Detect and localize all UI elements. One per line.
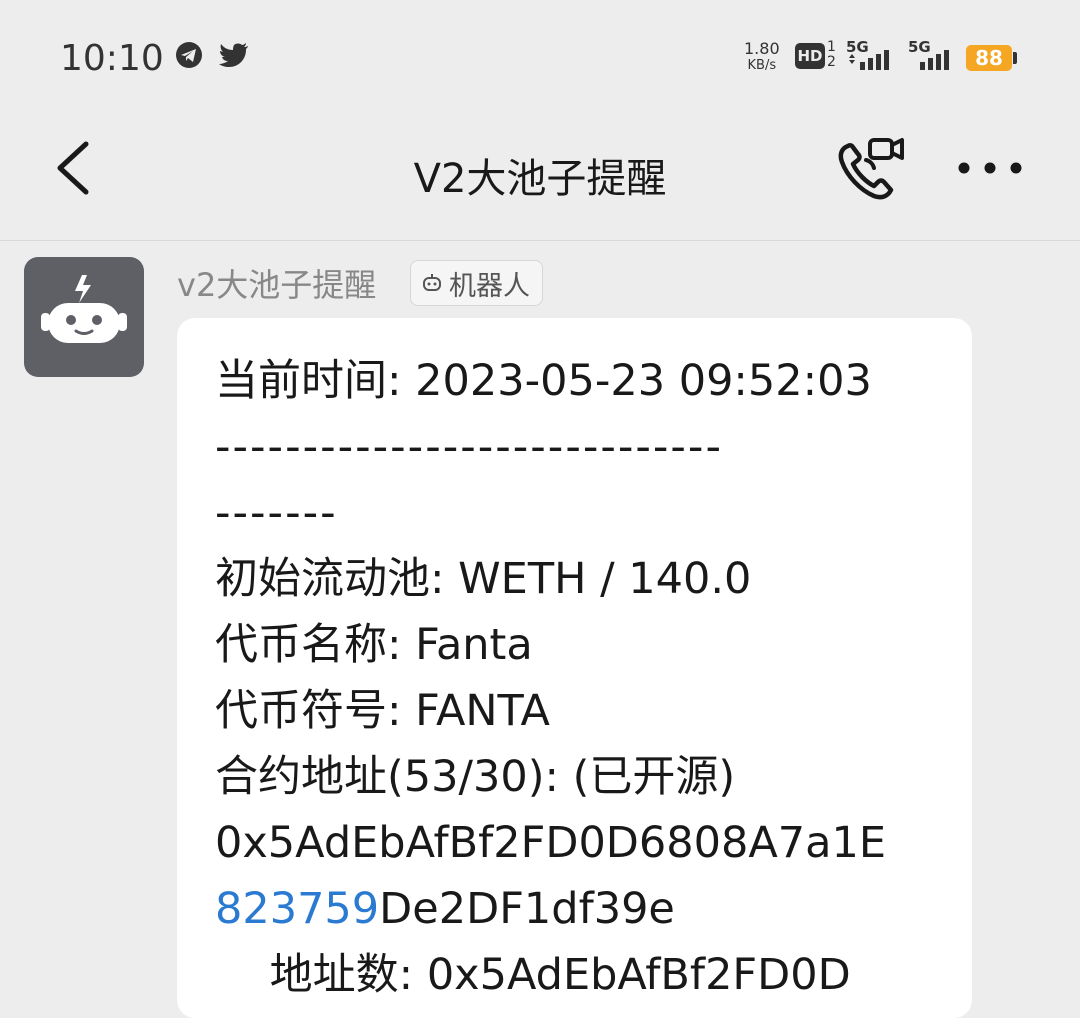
network-speed: 1.80 KB/s (744, 40, 780, 74)
message-line-time: 当前时间: 2023-05-23 09:52:03 (215, 356, 872, 406)
hd-voice-badge: HD (795, 43, 825, 69)
hd-sim-bottom: 2 (827, 54, 836, 70)
message-line-token-name: 代币名称: Fanta (215, 620, 533, 670)
bot-badge-label: 机器人 (449, 270, 530, 302)
hd-sim-indicator: 1 2 (827, 40, 836, 70)
message-bubble[interactable]: 当前时间: 2023-05-23 09:52:03 --------------… (177, 318, 972, 1018)
robot-badge-icon (423, 274, 441, 291)
signal-strength-sim1-icon: 5G (846, 38, 904, 72)
message-line-pool: 初始流动池: WETH / 140.0 (215, 554, 752, 604)
message-line-address-cont: 823759De2DF1df39e (215, 876, 935, 942)
network-speed-unit: KB/s (747, 58, 777, 73)
battery-tip (1013, 52, 1017, 64)
hd-sim-top: 1 (827, 39, 836, 55)
network-speed-value: 1.80 (744, 39, 780, 58)
sender-name: v2大池子提醒 (177, 266, 377, 304)
signal-strength-sim2-icon: 5G (908, 38, 966, 72)
more-icon[interactable] (954, 148, 1028, 188)
chat-header: V2大池子提醒 (0, 118, 1080, 241)
message-line-address: 0x5AdEbAfBf2FD0D6808A7a1E (215, 818, 886, 868)
message-text: 当前时间: 2023-05-23 09:52:03 --------------… (215, 348, 935, 1008)
status-bar: 10:10 1.80 KB/s HD 1 2 5G 5G 88 (0, 0, 1080, 118)
telegram-icon (176, 42, 202, 68)
robot-icon (41, 275, 127, 343)
message-line-contract: 合约地址(53/30): (已开源) (215, 752, 736, 802)
chat-title: V2大池子提醒 (413, 156, 667, 202)
bot-avatar[interactable] (24, 257, 144, 377)
address-rest: De2DF1df39e (379, 884, 675, 934)
message-line-token-symbol: 代币符号: FANTA (215, 686, 550, 736)
message-line-divider: ------- (215, 488, 338, 538)
battery-level: 88 (966, 45, 1012, 71)
message-line-divider: ----------------------------- (215, 422, 723, 472)
twitter-icon (219, 43, 248, 67)
video-call-icon[interactable] (834, 134, 908, 204)
status-time: 10:10 (60, 38, 164, 79)
bot-badge: 机器人 (410, 260, 543, 306)
message-line-partial: 地址数: 0x5AdEbAfBf2FD0D (215, 950, 851, 1000)
phone-number-link[interactable]: 823759 (215, 884, 379, 934)
